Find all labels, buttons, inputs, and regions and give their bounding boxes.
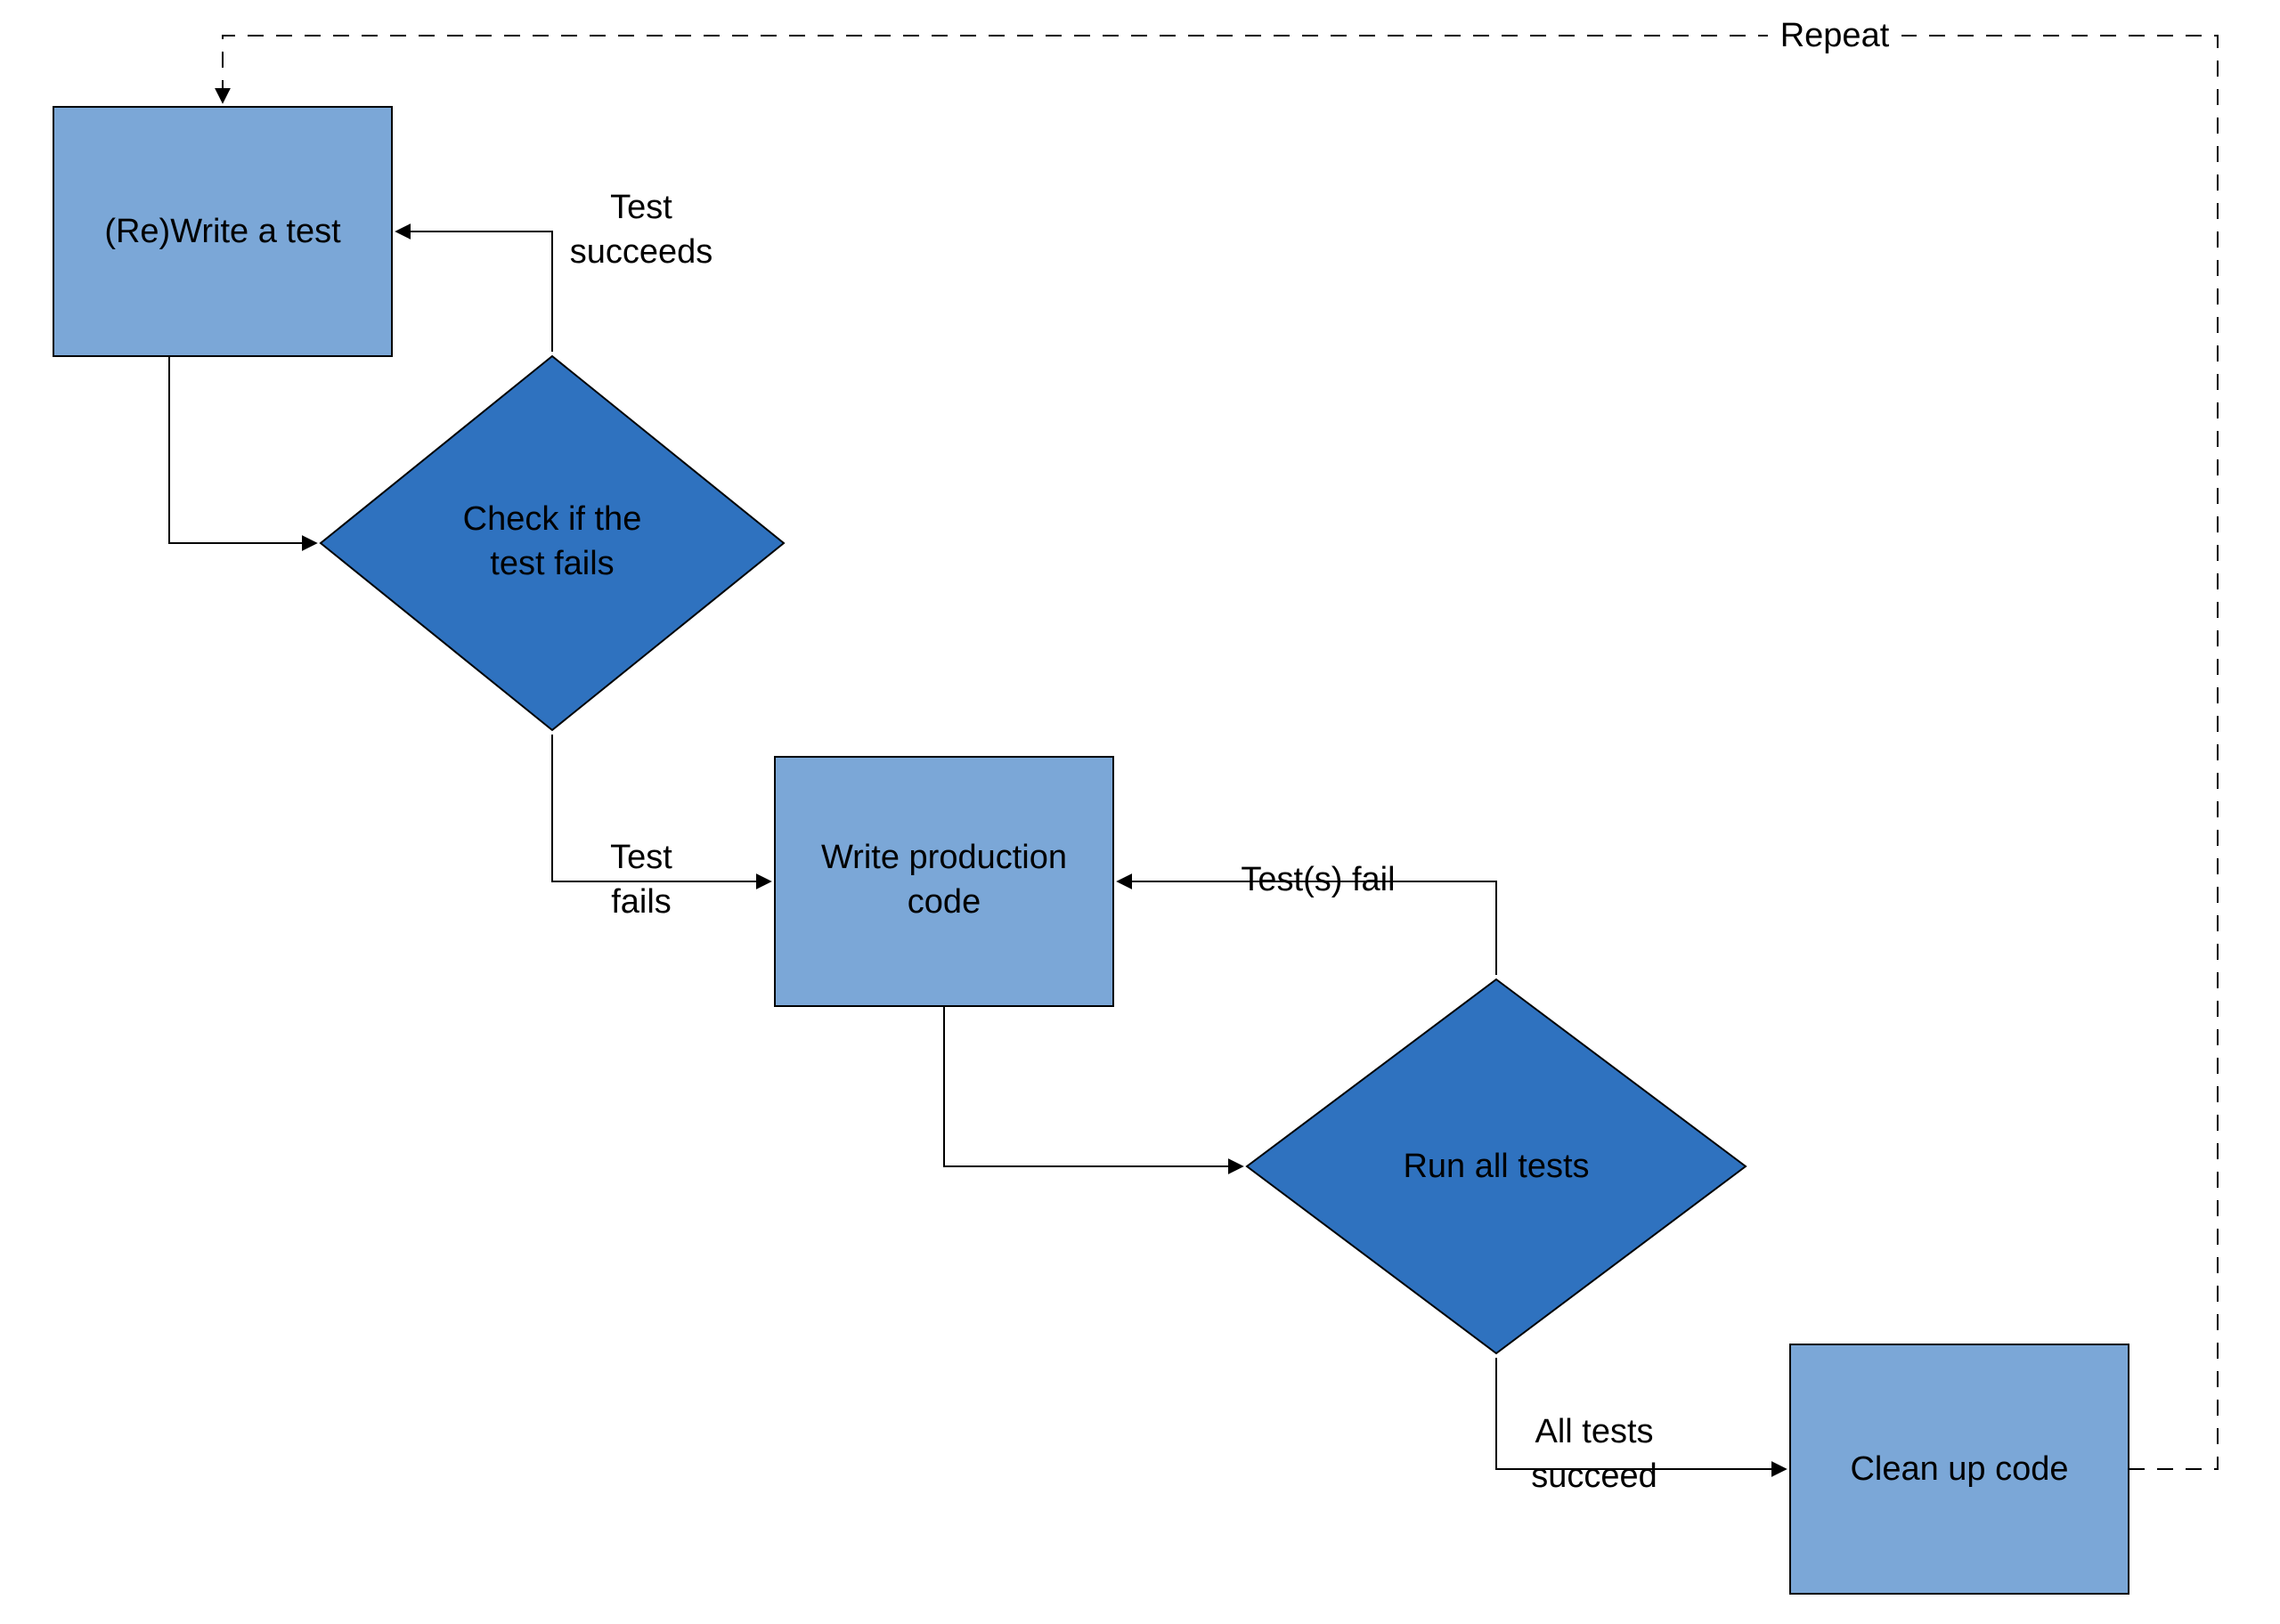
edge-rewrite-to-check bbox=[169, 356, 316, 543]
edge-test-succeeds-label-2: succeeds bbox=[570, 233, 713, 271]
edge-all-tests-succeed-label-2: succeed bbox=[1531, 1458, 1657, 1495]
edge-writeprod-to-runall bbox=[944, 1006, 1242, 1166]
edge-test-succeeds-label-1: Test bbox=[610, 189, 672, 226]
node-write-production-code-label-2: code bbox=[908, 883, 981, 921]
edge-test-succeeds bbox=[396, 231, 552, 352]
node-rewrite-test-label: (Re)Write a test bbox=[104, 213, 341, 250]
node-run-all-tests: Run all tests bbox=[1247, 979, 1746, 1353]
node-clean-up-code-label: Clean up code bbox=[1850, 1450, 2068, 1488]
edge-test-fails-label-2: fails bbox=[611, 883, 672, 921]
edge-repeat-label: Repeat bbox=[1780, 17, 1890, 54]
tdd-flow-diagram: (Re)Write a test Check if the test fails… bbox=[0, 0, 2280, 1624]
node-check-test-fails: Check if the test fails bbox=[321, 356, 784, 730]
node-check-test-fails-label-1: Check if the bbox=[463, 500, 642, 538]
edge-all-tests-succeed-label-1: All tests bbox=[1535, 1413, 1653, 1450]
node-write-production-code: Write production code bbox=[775, 757, 1113, 1006]
edge-tests-fail-label: Test(s) fail bbox=[1241, 861, 1395, 898]
node-check-test-fails-label-2: test fails bbox=[490, 545, 614, 582]
node-clean-up-code: Clean up code bbox=[1790, 1344, 2129, 1594]
node-rewrite-test: (Re)Write a test bbox=[53, 107, 392, 356]
node-run-all-tests-label: Run all tests bbox=[1403, 1148, 1589, 1185]
node-write-production-code-label-1: Write production bbox=[821, 839, 1067, 876]
edge-test-fails-label-1: Test bbox=[610, 839, 672, 876]
edge-repeat bbox=[223, 36, 2218, 1469]
